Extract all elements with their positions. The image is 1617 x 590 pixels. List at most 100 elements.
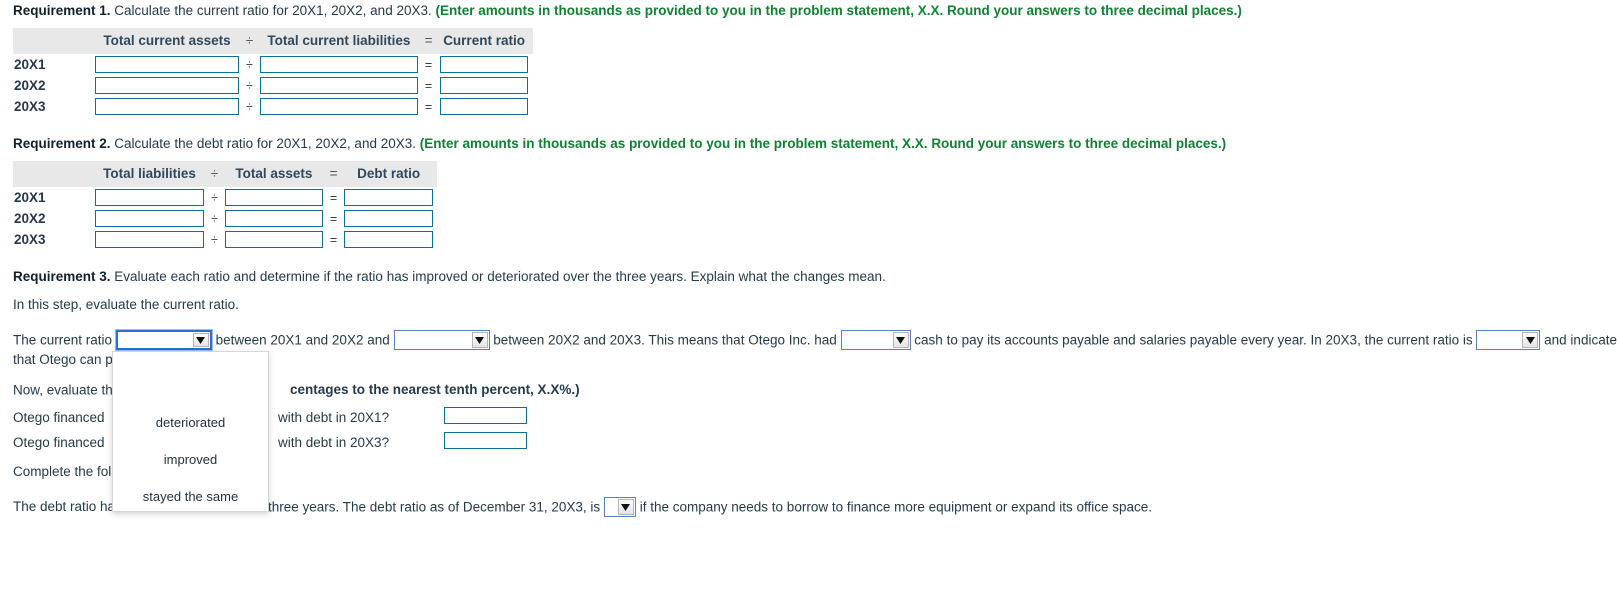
op-equals-debt-20x1: = <box>329 190 338 205</box>
cell-liabilities-20x2 <box>256 75 422 96</box>
input-total-current-liabilities-20x3[interactable] <box>259 98 418 115</box>
input-debt-ratio-20x2[interactable] <box>344 210 434 227</box>
question-20x3-prefix: Otego financed <box>13 435 105 450</box>
col-head-total-assets: Total assets <box>220 161 327 187</box>
col-head-blank <box>13 28 91 54</box>
question-20x3-suffix-wrap: with debt in 20X3? <box>278 435 389 450</box>
col-head-blank-2 <box>13 161 91 187</box>
row-label-debt-20x2: 20X2 <box>14 211 46 226</box>
step-intro-text: In this step, evaluate the current ratio… <box>13 297 239 312</box>
input-total-liabilities-20x2[interactable] <box>95 210 204 227</box>
op-divide-20x2: ÷ <box>246 78 253 93</box>
input-total-current-assets-20x2[interactable] <box>95 77 239 94</box>
op-equals-debt-20x3: = <box>329 232 338 247</box>
requirement-2-heading: Requirement 2. Calculate the debt ratio … <box>13 136 1226 151</box>
dropdown-option-stayed-the-same[interactable]: stayed the same <box>113 478 268 515</box>
chevron-down-icon[interactable] <box>192 333 209 348</box>
chevron-down-icon[interactable] <box>617 499 634 516</box>
select-current-ratio-trend-1[interactable] <box>115 330 212 351</box>
col-head-divide-op-2: ÷ <box>208 161 221 187</box>
complete-following-line: Complete the follo <box>13 464 122 479</box>
input-total-liabilities-20x3[interactable] <box>95 231 204 248</box>
requirement-3-heading: Requirement 3. Evaluate each ratio and d… <box>13 269 886 284</box>
cell-total-assets-20x2 <box>221 208 327 229</box>
requirement-2-text: Calculate the debt ratio for 20X1, 20X2,… <box>110 136 420 151</box>
input-total-current-liabilities-20x1[interactable] <box>259 56 418 73</box>
final-sentence-part-3: if the company needs to borrow to financ… <box>639 499 1153 515</box>
final-debt-sentence-part1: The debt ratio has <box>13 499 122 514</box>
table-row: 20X3 ÷ = <box>13 229 437 250</box>
op-divide-20x1: ÷ <box>246 57 253 72</box>
col-head-equals-op-2: = <box>326 161 341 187</box>
select-cash-adequacy[interactable] <box>840 330 911 351</box>
input-total-current-assets-20x1[interactable] <box>95 56 239 73</box>
cell-assets-20x1 <box>91 54 243 75</box>
cell-assets-20x3 <box>91 96 243 117</box>
exercise-page: Requirement 1. Calculate the current rat… <box>0 0 1617 590</box>
row-label-20x2: 20X2 <box>14 78 46 93</box>
op-equals-20x1: = <box>424 57 433 72</box>
requirement-2-note: (Enter amounts in thousands as provided … <box>419 136 1227 151</box>
input-total-assets-20x1[interactable] <box>224 189 323 206</box>
select-current-ratio-trend-2[interactable] <box>393 330 490 351</box>
current-ratio-table: Total current assets ÷ Total current lia… <box>13 28 533 117</box>
dropdown-option-blank[interactable] <box>113 352 268 404</box>
table-row: 20X2 ÷ = <box>13 208 437 229</box>
dropdown-option-deteriorated[interactable]: deteriorated <box>113 404 268 441</box>
cell-total-assets-20x3 <box>221 229 327 250</box>
input-total-liabilities-20x1[interactable] <box>95 189 204 206</box>
input-current-ratio-20x2[interactable] <box>440 77 529 94</box>
input-percent-debt-20x1[interactable] <box>444 407 527 424</box>
requirement-1-label: Requirement 1. <box>13 3 111 18</box>
final-debt-sentence-rest: three years. The debt ratio as of Decemb… <box>268 496 1152 518</box>
cell-total-liabilities-20x3 <box>91 229 208 250</box>
cell-liabilities-20x3 <box>256 96 422 117</box>
sentence-part-4: cash to pay its accounts payable and sal… <box>914 332 1473 348</box>
input-total-current-assets-20x3[interactable] <box>95 98 239 115</box>
row-label-20x1: 20X1 <box>14 57 46 72</box>
input-current-ratio-20x1[interactable] <box>440 56 529 73</box>
col-head-total-liabilities: Total liabilities <box>91 161 208 187</box>
dropdown-option-improved[interactable]: improved <box>113 441 268 478</box>
sentence-part-3: between 20X2 and 20X3. This means that O… <box>493 332 837 348</box>
current-ratio-evaluation-sentence: The current ratio between 20X1 and 20X2 … <box>13 329 1617 351</box>
question-20x3-answer-wrap <box>444 432 527 449</box>
col-head-total-current-liabilities: Total current liabilities <box>255 28 422 54</box>
row-label-20x3: 20X3 <box>14 99 46 114</box>
question-20x1-answer-wrap <box>444 407 527 424</box>
table-header-row: Total liabilities ÷ Total assets = Debt … <box>13 161 438 187</box>
chevron-down-icon[interactable] <box>471 332 488 349</box>
cell-ratio-20x3 <box>435 96 533 117</box>
input-debt-ratio-20x1[interactable] <box>344 189 434 206</box>
chevron-down-icon[interactable] <box>892 332 909 349</box>
row-label-debt-20x3: 20X3 <box>14 232 46 247</box>
table-header-row: Total current assets ÷ Total current lia… <box>13 28 533 54</box>
question-20x1-suffix-wrap: with debt in 20X1? <box>278 410 389 425</box>
current-ratio-sentence-continuation: that Otego can pa <box>13 352 121 367</box>
op-divide-debt-20x3: ÷ <box>211 232 218 247</box>
sentence-part-2: between 20X1 and 20X2 and <box>215 332 390 348</box>
cell-total-liabilities-20x2 <box>91 208 208 229</box>
cell-total-liabilities-20x1 <box>91 187 208 208</box>
op-equals-20x2: = <box>424 78 433 93</box>
chevron-down-icon[interactable] <box>1522 332 1539 349</box>
question-20x1-prefix: Otego financed <box>13 410 105 425</box>
dropdown-options-popup[interactable]: deteriorated improved stayed the same <box>112 351 269 512</box>
col-head-equals-op: = <box>421 28 436 54</box>
debt-ratio-intro-line: Now, evaluate the <box>13 379 120 401</box>
op-equals-debt-20x2: = <box>329 211 338 226</box>
input-total-current-liabilities-20x2[interactable] <box>259 77 418 94</box>
requirement-3-label: Requirement 3. <box>13 269 111 284</box>
requirement-1-heading: Requirement 1. Calculate the current rat… <box>13 3 1242 18</box>
input-total-assets-20x3[interactable] <box>224 231 323 248</box>
cell-ratio-20x2 <box>435 75 533 96</box>
debt-ratio-table: Total liabilities ÷ Total assets = Debt … <box>13 161 438 250</box>
sentence-part-5: and indicates <box>1544 332 1617 348</box>
input-current-ratio-20x3[interactable] <box>440 98 529 115</box>
select-debt-ratio-borrow-outlook[interactable] <box>603 497 636 518</box>
question-row-20x3: Otego financed <box>13 435 105 450</box>
input-debt-ratio-20x3[interactable] <box>344 231 434 248</box>
input-total-assets-20x2[interactable] <box>224 210 323 227</box>
select-20x3-ratio-indication[interactable] <box>1476 330 1541 351</box>
input-percent-debt-20x3[interactable] <box>444 432 527 449</box>
